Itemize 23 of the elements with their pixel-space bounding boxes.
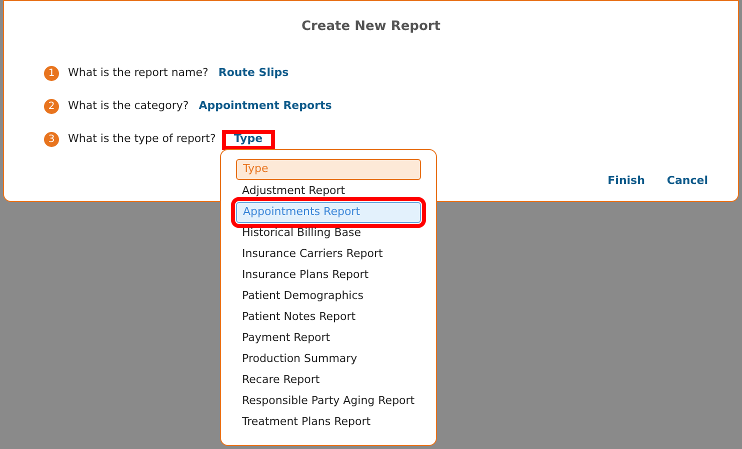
answer-link[interactable]: Appointment Reports	[194, 96, 336, 116]
step-number-badge: 1	[44, 66, 59, 81]
question-label: What is the category?	[68, 98, 189, 114]
dropdown-option[interactable]: Responsible Party Aging Report	[236, 391, 421, 412]
finish-button[interactable]: Finish	[608, 172, 645, 189]
dialog-title: Create New Report	[300, 18, 442, 36]
dropdown-option[interactable]: Insurance Carriers Report	[236, 244, 421, 265]
step-number-badge: 2	[44, 99, 59, 114]
answer-link[interactable]: Route Slips	[214, 64, 293, 84]
step-number-badge: 3	[44, 132, 59, 147]
dropdown-option[interactable]: Insurance Plans Report	[236, 265, 421, 286]
dropdown-option[interactable]: Treatment Plans Report	[236, 412, 421, 433]
dropdown-option[interactable]: Historical Billing Base	[236, 223, 421, 244]
dropdown-option[interactable]: Adjustment Report	[236, 181, 421, 202]
dropdown-option[interactable]: Production Summary	[236, 349, 421, 370]
answer-link[interactable]: Type	[222, 130, 275, 150]
question-label: What is the report name?	[68, 65, 208, 82]
question-label: What is the type of report?	[68, 131, 216, 148]
dropdown-option[interactable]: Recare Report	[236, 370, 421, 391]
dropdown-option[interactable]: Patient Demographics	[236, 286, 421, 307]
dropdown-option[interactable]: Payment Report	[236, 328, 421, 349]
cancel-button[interactable]: Cancel	[666, 172, 708, 189]
dropdown-option[interactable]: Patient Notes Report	[236, 307, 421, 328]
